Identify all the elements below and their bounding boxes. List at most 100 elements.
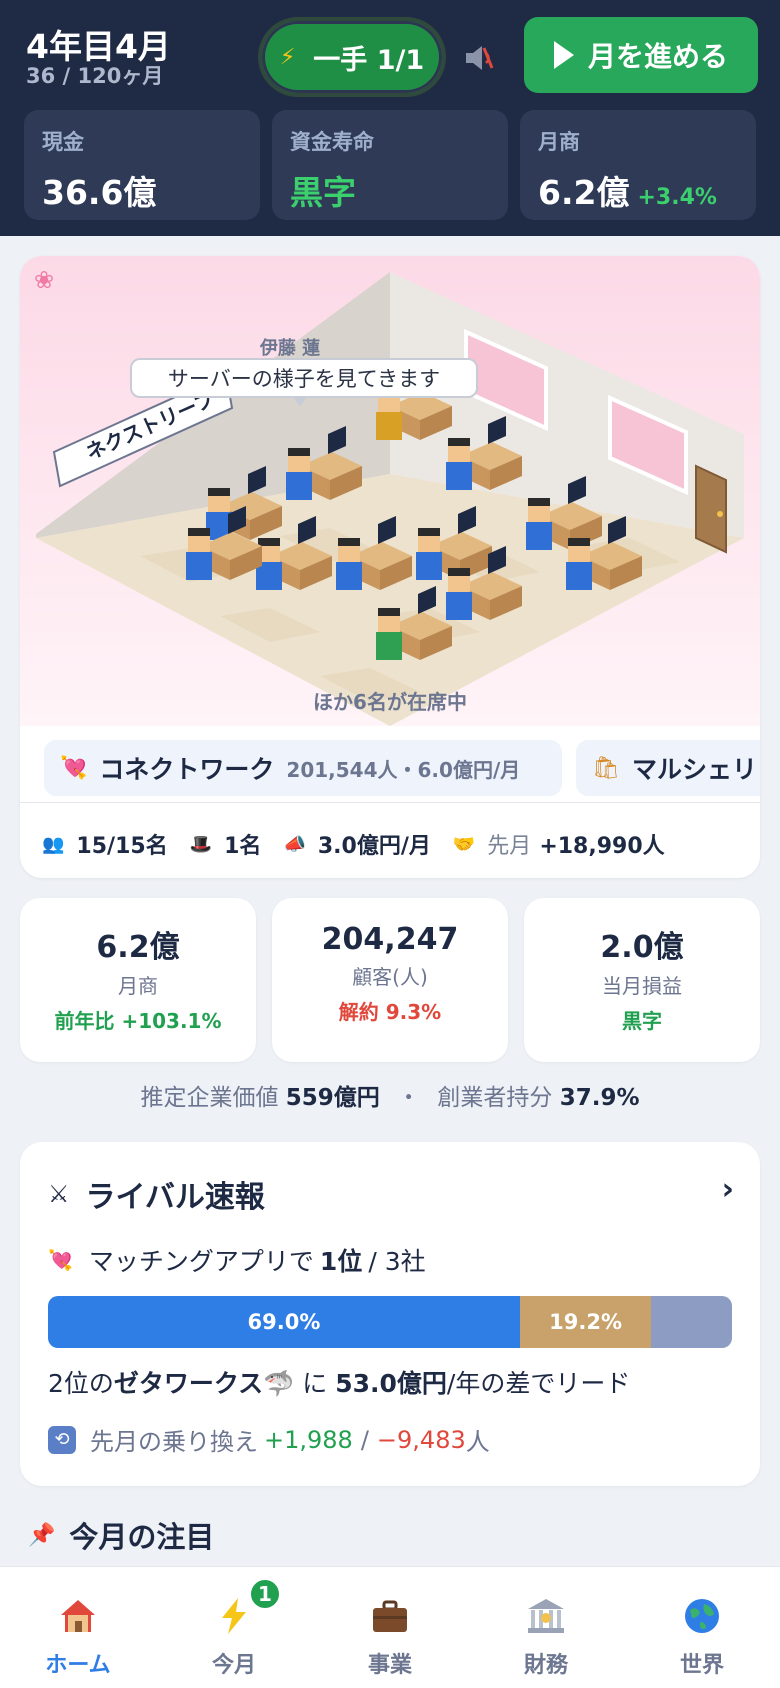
pushpin-icon: 📌 — [28, 1522, 56, 1548]
switch-label: 先月の乗り換え — [90, 1428, 258, 1456]
company-meta-row: 👥 15/15名 🎩 1名 📣 3.0億円/月 🤝 先月 +18,990人 — [42, 824, 687, 864]
speech-bubble: サーバーの様子を見てきます — [130, 358, 478, 406]
office-scene[interactable]: ネクストリープ ❀ 伊藤 蓮 サーバーの様子を見てきます ほか6名が在席中 — [20, 256, 760, 726]
lead-mid: に — [302, 1369, 328, 1398]
tab-this-month[interactable]: 今月 1 — [156, 1567, 312, 1688]
tab-home[interactable]: ホーム — [0, 1567, 156, 1688]
tab-label: 世界 — [679, 1653, 724, 1678]
notification-badge: 1 — [248, 1577, 282, 1611]
switch-in: +1,988 — [264, 1425, 353, 1454]
kpi-value: 2.0億 — [600, 930, 684, 965]
megaphone-icon: 📣 — [283, 833, 306, 855]
tab-business[interactable]: 事業 — [312, 1567, 468, 1688]
kpi-card-customers[interactable]: 204,247 顧客(人) 解約 9.3% — [272, 898, 508, 1062]
advance-month-label: 月を進める — [587, 40, 728, 73]
business-name: マルシェリ — [631, 755, 757, 784]
heart-arrow-icon: 💘 — [60, 755, 88, 781]
rank-suffix: / 3社 — [368, 1247, 426, 1276]
briefcase-icon — [312, 1593, 468, 1639]
house-icon — [0, 1593, 156, 1639]
repeat-icon: ⟲ — [48, 1425, 76, 1454]
top-hat-icon: 🎩 — [189, 833, 213, 855]
market-rank: 💘 マッチングアプリで 1位 / 3社 — [48, 1242, 426, 1278]
other-staff-count: ほか6名が在席中 — [313, 690, 467, 714]
business-meta: 201,544人・6.0億円/月 — [286, 757, 521, 782]
kpi-sub: 解約 9.3% — [338, 1000, 442, 1024]
lead-suffix: /年の差でリード — [446, 1369, 631, 1398]
kpi-sub: 前年比 +103.1% — [54, 1009, 222, 1033]
stat-label: 現金 — [42, 130, 84, 154]
shark-icon: 🦈 — [263, 1369, 295, 1398]
kpi-card-profit[interactable]: 2.0億 当月損益 黒字 — [524, 898, 760, 1062]
kpi-label: 当月損益 — [602, 974, 682, 998]
bottom-tab-bar: ホーム 今月 1 事業 財務 世界 — [0, 1566, 780, 1688]
separator: ・ — [397, 1085, 421, 1111]
ceo-name: 伊藤 蓮 — [259, 338, 321, 359]
share-segment: 69.0% — [48, 1296, 520, 1348]
valuation-value: 559億円 — [285, 1085, 380, 1111]
lead-amount: 53.0億円 — [335, 1369, 447, 1398]
month-progress: 36 / 120ヶ月 — [26, 64, 164, 88]
market-share-bar: 69.0% 19.2% — [48, 1296, 732, 1348]
kpi-label: 月商 — [118, 974, 158, 998]
people-icon: 👥 — [42, 833, 65, 855]
business-list: 💘 コネクトワーク 201,544人・6.0億円/月 🛍 マルシェリ — [20, 740, 760, 800]
rival-name: ゼタワークス — [113, 1369, 264, 1398]
kpi-value: 204,247 — [321, 922, 459, 957]
tab-world[interactable]: 世界 — [624, 1567, 780, 1688]
switch-out: −9,483 — [376, 1425, 466, 1454]
turn-button[interactable]: ⚡ 一手 1/1 — [258, 17, 446, 97]
cherry-blossom-icon: ❀ — [34, 266, 55, 294]
last-month-value: +18,990人 — [539, 834, 665, 859]
handshake-icon: 🤝 — [452, 833, 476, 855]
stat-cash: 現金 36.6億 — [24, 110, 260, 220]
rival-news-title-text: ライバル速報 — [85, 1180, 265, 1215]
monthly-focus-title: 今月の注目 — [69, 1520, 215, 1554]
globe-icon — [624, 1593, 780, 1639]
share-segment: 19.2% — [519, 1296, 652, 1348]
kpi-card-revenue[interactable]: 6.2億 月商 前年比 +103.1% — [20, 898, 256, 1062]
valuation-line: 推定企業価値 559億円 ・ 創業者持分 37.9% — [0, 1078, 780, 1112]
rank-value: 1位 — [319, 1247, 363, 1276]
tab-label: 事業 — [367, 1653, 412, 1678]
ad-spend-value: 3.0億円/月 — [317, 834, 431, 859]
tab-finance[interactable]: 財務 — [468, 1567, 624, 1688]
shopping-bag-icon: 🛍 — [592, 755, 620, 781]
business-chip[interactable]: 🛍 マルシェリ — [576, 740, 760, 796]
founder-share-value: 37.9% — [559, 1085, 640, 1111]
rank-prefix: マッチングアプリで — [88, 1247, 314, 1276]
stat-value: 6.2億 — [538, 173, 630, 212]
executive-count: 🎩 1名 — [190, 828, 262, 860]
rival-news-card[interactable]: ⚔ ライバル速報 › 💘 マッチングアプリで 1位 / 3社 69.0% 19.2… — [20, 1142, 760, 1486]
switch-separator: / — [360, 1425, 369, 1454]
valuation-label: 推定企業価値 — [140, 1085, 279, 1111]
top-header: 4年目4月 36 / 120ヶ月 ⚡ 一手 1/1 月を進める 現金 36.6億… — [0, 0, 780, 236]
business-chip[interactable]: 💘 コネクトワーク 201,544人・6.0億円/月 — [44, 740, 562, 796]
stat-runway: 資金寿命 黒字 — [272, 110, 508, 220]
advance-month-button[interactable]: 月を進める — [524, 17, 758, 93]
stat-label: 資金寿命 — [290, 130, 374, 154]
stat-delta: +3.4% — [637, 185, 717, 210]
stat-label: 月商 — [538, 130, 580, 154]
rival-news-title: ⚔ ライバル速報 — [48, 1172, 265, 1216]
office-card: ネクストリープ ❀ 伊藤 蓮 サーバーの様子を見てきます ほか6名が在席中 💘 … — [20, 256, 760, 878]
stat-value: 黒字 — [290, 173, 356, 212]
heart-arrow-icon: 💘 — [48, 1248, 73, 1272]
stat-monthly-revenue: 月商 6.2億 +3.4% — [520, 110, 756, 220]
lightning-icon: ⚡ — [279, 44, 296, 70]
mute-speaker-icon[interactable] — [462, 40, 498, 76]
play-icon — [553, 41, 574, 69]
office-illustration: ネクストリープ — [36, 272, 744, 726]
tab-label: 財務 — [523, 1653, 568, 1678]
ad-spend: 📣 3.0億円/月 — [283, 828, 430, 860]
bank-icon — [468, 1593, 624, 1639]
chevron-right-icon[interactable]: › — [722, 1172, 734, 1207]
customer-switch-line: ⟲ 先月の乗り換え +1,988 / −9,483 人 — [48, 1422, 490, 1457]
lead-prefix: 2位の — [48, 1369, 114, 1398]
divider — [20, 802, 760, 803]
kpi-label: 顧客(人) — [352, 965, 428, 989]
lead-line: 2位のゼタワークス🦈 に 53.0億円/年の差でリード — [48, 1364, 630, 1400]
kpi-value: 6.2億 — [96, 930, 180, 965]
last-month-growth: 🤝 先月 +18,990人 — [453, 828, 665, 860]
kpi-sub: 黒字 — [622, 1009, 662, 1033]
